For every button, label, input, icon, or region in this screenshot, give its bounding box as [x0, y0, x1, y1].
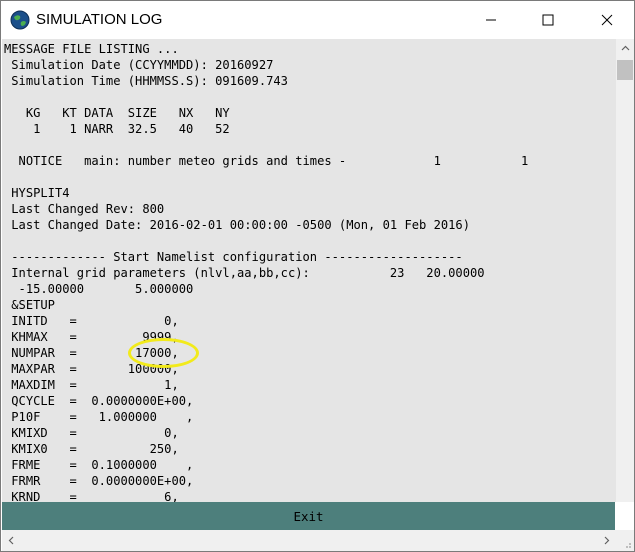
- scrollbar-corner: [616, 530, 634, 551]
- log-line: Simulation Date (CCYYMMDD): 20160927: [4, 58, 274, 72]
- minimize-button[interactable]: [468, 1, 514, 39]
- log-line: Simulation Time (HHMMSS.S): 091609.743: [4, 74, 288, 88]
- chevron-left-icon: [8, 536, 14, 545]
- log-line: -15.00000 5.000000: [4, 282, 194, 296]
- log-line: P10F = 1.000000 ,: [4, 410, 194, 424]
- log-line: ------------- Start Namelist configurati…: [4, 250, 463, 264]
- chevron-up-icon: [621, 45, 629, 50]
- title-bar[interactable]: SIMULATION LOG: [1, 1, 634, 39]
- log-line: MESSAGE FILE LISTING ...: [4, 42, 179, 56]
- horizontal-scrollbar[interactable]: [2, 530, 616, 551]
- log-line: FRMR = 0.0000000E+00,: [4, 474, 194, 488]
- log-line: HYSPLIT4: [4, 186, 70, 200]
- log-line: KMIX0 = 250,: [4, 442, 179, 456]
- log-line: KRND = 6,: [4, 490, 179, 502]
- maximize-button[interactable]: [525, 1, 571, 39]
- close-icon: [601, 14, 613, 26]
- log-line: KG KT DATA SIZE NX NY: [4, 106, 230, 120]
- log-line: Last Changed Date: 2016-02-01 00:00:00 -…: [4, 218, 470, 232]
- scroll-right-button[interactable]: [598, 530, 616, 551]
- log-line: MAXDIM = 1,: [4, 378, 179, 392]
- log-line: Last Changed Rev: 800: [4, 202, 165, 216]
- numpar-highlight-ellipse: [128, 338, 199, 368]
- globe-icon: [10, 10, 30, 30]
- exit-button[interactable]: Exit: [2, 502, 615, 530]
- log-line: INITD = 0,: [4, 314, 179, 328]
- window-title: SIMULATION LOG: [36, 11, 163, 28]
- simulation-log-window: SIMULATION LOG MESSAGE FILE LISTING ... …: [0, 0, 635, 552]
- scroll-thumb[interactable]: [617, 60, 633, 80]
- chevron-right-icon: [604, 536, 610, 545]
- log-line: NOTICE main: number meteo grids and time…: [4, 154, 529, 168]
- log-line: FRME = 0.1000000 ,: [4, 458, 194, 472]
- log-line: Internal grid parameters (nlvl,aa,bb,cc)…: [4, 266, 485, 280]
- log-line: 1 1 NARR 32.5 40 52: [4, 122, 230, 136]
- maximize-icon: [542, 14, 554, 26]
- vertical-scrollbar[interactable]: [616, 39, 634, 502]
- log-line: QCYCLE = 0.0000000E+00,: [4, 394, 194, 408]
- log-text-area[interactable]: MESSAGE FILE LISTING ... Simulation Date…: [2, 39, 616, 502]
- scroll-left-button[interactable]: [2, 530, 20, 551]
- log-line: &SETUP: [4, 298, 55, 312]
- resize-grip-icon: [626, 543, 631, 548]
- close-button[interactable]: [584, 1, 630, 39]
- scroll-up-button[interactable]: [616, 39, 634, 56]
- minimize-icon: [486, 19, 496, 21]
- log-line: KMIXD = 0,: [4, 426, 179, 440]
